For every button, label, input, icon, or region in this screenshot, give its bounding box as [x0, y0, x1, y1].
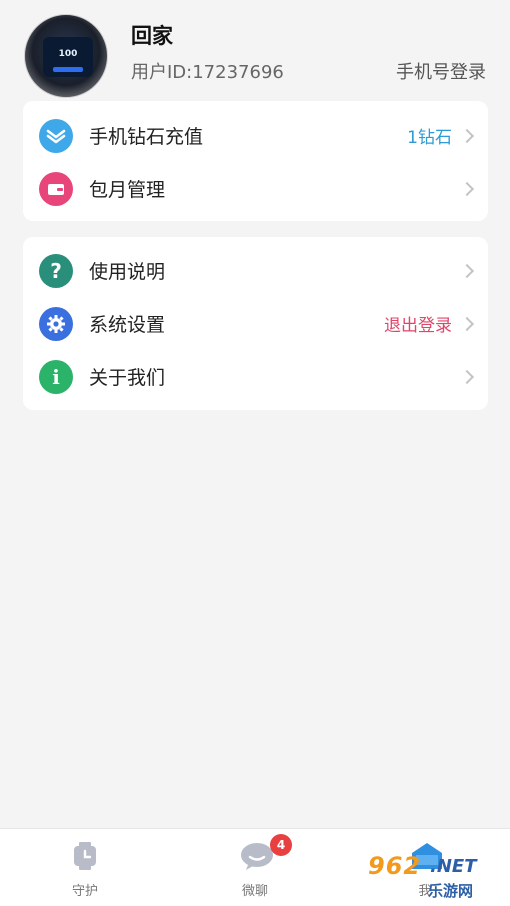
avatar-watch-screen: 100	[43, 37, 93, 77]
profile-header: 100 回家 用户ID:17237696 手机号登录	[0, 0, 510, 100]
chevron-right-icon	[459, 128, 475, 143]
menu-item-label: 关于我们	[89, 367, 166, 389]
menu-item-diamond-recharge[interactable]: 手机钻石充值 1钻石	[23, 109, 488, 162]
chevron-right-icon	[459, 316, 475, 331]
avatar-screen-bar	[53, 67, 83, 72]
tab-guard[interactable]: 守护	[0, 829, 170, 906]
diamond-balance: 1钻石	[407, 128, 452, 148]
tab-label: 微聊	[241, 884, 268, 899]
logout-link[interactable]: 退出登录	[384, 311, 452, 336]
menu-item-label: 包月管理	[89, 179, 166, 201]
wallet-icon	[39, 171, 73, 206]
menu-item-system-settings[interactable]: 系统设置 退出登录	[23, 297, 488, 350]
user-name: 回家	[131, 24, 173, 48]
diamond-icon	[39, 118, 73, 153]
avatar-screen-text: 100	[58, 49, 78, 59]
menu-item-instructions[interactable]: ? 使用说明	[23, 244, 488, 297]
menu-item-label: 手机钻石充值	[89, 126, 204, 148]
tab-chat[interactable]: 4 微聊	[170, 829, 340, 906]
chevron-right-icon	[459, 181, 475, 196]
info-icon: i	[39, 359, 73, 394]
chevron-right-icon	[459, 263, 475, 278]
menu-item-monthly-management[interactable]: 包月管理	[23, 162, 488, 215]
avatar[interactable]: 100	[24, 14, 108, 98]
chevron-right-icon	[459, 369, 475, 384]
watermark-main: 962	[368, 852, 422, 880]
chat-icon	[240, 841, 273, 871]
phone-login-link[interactable]: 手机号登录	[396, 58, 486, 84]
unread-badge: 4	[270, 834, 292, 856]
watermark-sub: 乐游网	[428, 882, 474, 900]
watermark-logo: 962 .NET 乐游网	[364, 852, 504, 902]
menu-item-label: 系统设置	[89, 314, 166, 336]
gear-icon	[39, 306, 73, 341]
watch-icon	[70, 841, 100, 871]
menu-card-settings: ? 使用说明 系统设置 退出登录 i 关于我们	[23, 237, 488, 410]
menu-item-about-us[interactable]: i 关于我们	[23, 350, 488, 403]
page: 100 回家 用户ID:17237696 手机号登录 手机钻石充值 1钻石 包月…	[0, 0, 510, 906]
user-id: 用户ID:17237696	[131, 62, 284, 83]
watermark-net: .NET	[430, 856, 477, 877]
menu-item-label: 使用说明	[89, 261, 166, 283]
question-icon: ?	[39, 253, 73, 288]
menu-card-account: 手机钻石充值 1钻石 包月管理	[23, 101, 488, 221]
tab-label: 守护	[71, 884, 98, 899]
